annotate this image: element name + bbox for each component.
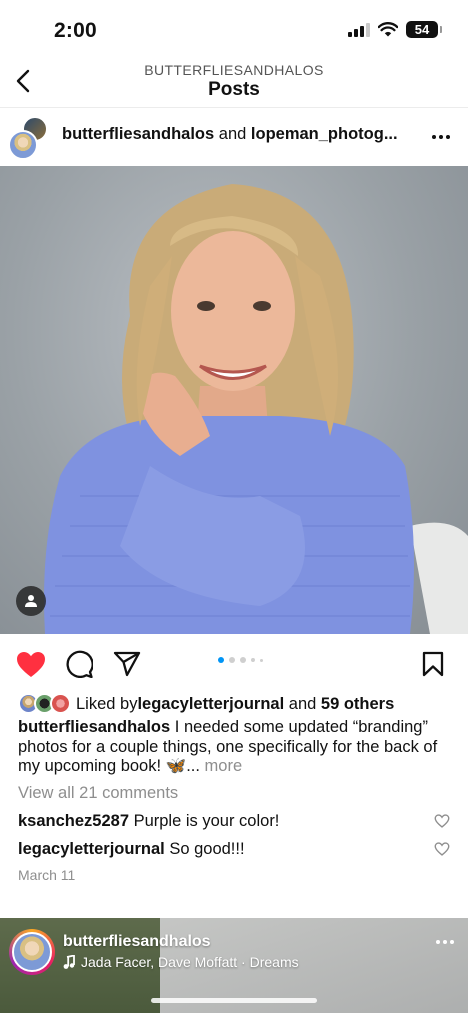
post-header: butterfliesandhalos and lopeman_photog..… — [0, 110, 468, 166]
story-ring-avatar[interactable] — [9, 929, 55, 975]
carousel-dot — [240, 657, 246, 663]
page-title: Posts — [208, 79, 260, 100]
share-icon[interactable] — [111, 648, 143, 680]
carousel-dot — [218, 657, 224, 663]
likes-others[interactable]: 59 others — [321, 695, 394, 714]
battery-icon: 54 — [406, 21, 442, 38]
next-post-preview[interactable]: butterfliesandhalos Jada Facer, Dave Mof… — [0, 918, 468, 1013]
view-all-comments-link[interactable]: View all 21 comments — [18, 784, 178, 803]
status-time: 2:00 — [54, 19, 97, 42]
comment-row: ksanchez5287 Purple is your color! — [18, 812, 450, 831]
post-date: March 11 — [18, 867, 76, 883]
music-note-icon — [63, 955, 75, 969]
signal-icon — [348, 22, 370, 37]
comment-heart-icon[interactable] — [434, 842, 450, 861]
comment-row: legacyletterjournal So good!!! — [18, 840, 450, 859]
caption-author[interactable]: butterfliesandhalos — [18, 718, 170, 736]
collab-avatars[interactable] — [8, 116, 48, 160]
status-bar: 2:00 54 — [0, 0, 468, 56]
likes-row[interactable]: Liked by legacyletterjournal and 59 othe… — [18, 692, 394, 716]
post-caption: butterfliesandhalos I needed some update… — [18, 718, 448, 777]
author-and: and — [214, 125, 251, 143]
carousel-dots — [218, 657, 263, 663]
music-title: Jada Facer, Dave Moffatt · Dreams — [81, 954, 299, 970]
more-options-icon[interactable] — [436, 940, 454, 944]
comment-author[interactable]: ksanchez5287 — [18, 812, 129, 830]
more-options-icon[interactable] — [428, 124, 454, 150]
carousel-dot — [229, 657, 235, 663]
comment-author[interactable]: legacyletterjournal — [18, 840, 165, 858]
action-bar — [0, 634, 468, 692]
next-post-author[interactable]: butterfliesandhalos — [63, 933, 211, 951]
comment-heart-icon[interactable] — [434, 814, 450, 833]
home-indicator[interactable] — [151, 998, 317, 1003]
bookmark-icon[interactable] — [417, 648, 449, 680]
likes-user[interactable]: legacyletterjournal — [137, 695, 284, 714]
likes-prefix: Liked by — [76, 694, 138, 713]
post-author-line[interactable]: butterfliesandhalos and lopeman_photog..… — [62, 125, 422, 144]
carousel-dot — [251, 658, 255, 662]
post-photo-portrait — [44, 184, 468, 634]
likes-mid: and — [284, 694, 321, 713]
status-icons: 54 — [348, 21, 442, 38]
carousel-dot — [260, 658, 263, 662]
author-avatar[interactable] — [8, 130, 38, 160]
caption-ellipsis: ... — [186, 757, 205, 775]
comment-text: So good!!! — [164, 840, 245, 858]
music-attribution[interactable]: Jada Facer, Dave Moffatt · Dreams — [63, 954, 299, 970]
nav-username: BUTTERFLIESANDHALOS — [144, 62, 324, 78]
comment-icon[interactable] — [63, 648, 95, 680]
user-tag-icon[interactable] — [16, 586, 46, 616]
wifi-icon — [378, 22, 398, 37]
liker-avatars — [18, 693, 74, 715]
caption-more-link[interactable]: more — [205, 757, 243, 775]
post-author[interactable]: butterfliesandhalos — [62, 125, 214, 143]
nav-header: BUTTERFLIESANDHALOS Posts — [0, 56, 468, 108]
post-collaborator[interactable]: lopeman_photog... — [251, 125, 398, 143]
comment-text: Purple is your color! — [129, 812, 280, 830]
heart-filled-icon[interactable] — [15, 648, 47, 680]
post-image[interactable] — [0, 166, 468, 634]
